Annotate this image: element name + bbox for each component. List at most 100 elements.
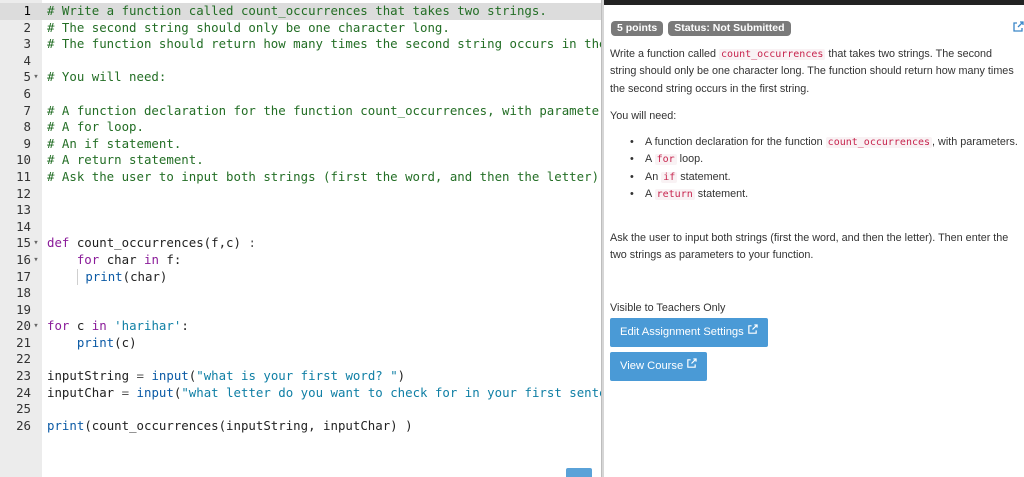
code-text: # A return statement.	[47, 152, 204, 169]
requirement-item: A function declaration for the function …	[628, 134, 1018, 152]
code-token: inputChar	[47, 384, 122, 400]
editor-scrollbar-thumb[interactable]	[566, 468, 592, 477]
code-token: # An if statement.	[47, 135, 182, 151]
code-token: in	[144, 251, 159, 267]
external-link-icon	[747, 318, 758, 347]
code-line[interactable]: 14	[0, 219, 601, 236]
code-text: print(char)	[47, 268, 168, 286]
code-token: 'harihar'	[114, 318, 182, 334]
code-line[interactable]: 7 # A function declaration for the functi…	[0, 103, 601, 120]
code-token: # A for loop.	[47, 119, 144, 135]
ask-instructions: Ask the user to input both strings (firs…	[610, 232, 1009, 262]
line-number: 26	[16, 417, 31, 433]
view-course-label: View Course	[620, 360, 684, 372]
you-will-need-label: You will need:	[610, 110, 677, 122]
status-badges: 5 points Status: Not Submitted	[611, 21, 791, 36]
code-text: inputChar = input("what letter do you wa…	[47, 385, 601, 402]
code-token: (c)	[114, 334, 137, 350]
code-line[interactable]: 15 ▾ def count_occurrences(f,c) :	[0, 235, 601, 252]
assignment-description: Write a function called count_occurrence…	[610, 46, 1020, 98]
code-area[interactable]: 1 # Write a function called count_occurre…	[0, 3, 601, 434]
fold-arrow-icon[interactable]: ▾	[32, 69, 40, 86]
code-text: # The function should return how many ti…	[47, 36, 601, 53]
line-number: 19	[16, 301, 31, 317]
points-badge: 5 points	[611, 21, 664, 36]
requirement-item: A return statement.	[628, 186, 1018, 204]
code-line[interactable]: 16 ▾ for char in f:	[0, 252, 601, 269]
code-token: # The function should return how many ti…	[47, 36, 601, 52]
requirement-text-rest: statement.	[694, 188, 749, 201]
code-line[interactable]: 25	[0, 401, 601, 418]
requirement-code: if	[661, 171, 678, 183]
code-text: # A function declaration for the functio…	[47, 103, 601, 120]
code-token: =	[121, 384, 130, 400]
visibility-note: Visible to Teachers Only	[610, 302, 726, 314]
description-text: Write a function called	[610, 48, 720, 60]
requirement-code: return	[654, 189, 695, 201]
code-line[interactable]: 10 # A return statement.	[0, 152, 601, 169]
function-name-code: count_occurrences	[719, 49, 826, 60]
code-line[interactable]: 13	[0, 202, 601, 219]
code-line[interactable]: 21 print(c)	[0, 335, 601, 352]
code-token: def	[47, 235, 70, 251]
panel-top-bar	[604, 0, 1024, 5]
code-line[interactable]: 9 # An if statement.	[0, 136, 601, 153]
code-token: (count_occurrences(inputString, inputCha…	[84, 417, 413, 433]
code-text: def count_occurrences(f,c) :	[47, 235, 256, 252]
code-text: for c in 'harihar':	[47, 318, 189, 335]
code-line[interactable]: 20 ▾ for c in 'harihar':	[0, 318, 601, 335]
assignment-panel: 5 points Status: Not Submitted Write a f…	[604, 0, 1024, 477]
code-line[interactable]: 24 inputChar = input("what letter do you …	[0, 385, 601, 402]
line-number: 12	[16, 185, 31, 201]
view-course-button[interactable]: View Course	[610, 352, 708, 381]
code-line[interactable]: 23 inputString = input("what is your firs…	[0, 368, 601, 385]
code-token: print	[85, 268, 123, 284]
code-line[interactable]: 18	[0, 285, 601, 302]
code-line[interactable]: 6	[0, 86, 601, 103]
requirements-list: A function declaration for the function …	[628, 134, 1018, 204]
status-badge: Status: Not Submitted	[668, 21, 791, 36]
code-text: # An if statement.	[47, 136, 181, 153]
line-number: 20	[16, 318, 31, 334]
code-token: "what letter do you want to check for in…	[181, 384, 601, 400]
code-line[interactable]: 4	[0, 53, 601, 70]
code-line[interactable]: 2 # The second string should only be one …	[0, 20, 601, 37]
line-number: 7	[23, 102, 31, 118]
fold-arrow-icon[interactable]: ▾	[32, 235, 40, 252]
code-token: f:	[158, 251, 182, 267]
requirement-code: count_occurrences	[825, 137, 933, 148]
line-number: 18	[16, 285, 31, 301]
code-token: (char)	[122, 268, 168, 284]
code-line[interactable]: 3 # The function should return how many t…	[0, 36, 601, 53]
code-token: count_occurrences(f,c)	[69, 235, 249, 251]
expand-icon[interactable]	[1012, 21, 1024, 35]
code-token: # Write a function called count_occurren…	[47, 3, 547, 18]
edit-assignment-settings-button[interactable]: Edit Assignment Settings	[610, 318, 768, 347]
requirement-text: A function declaration for the function	[645, 136, 826, 148]
code-line[interactable]: 12	[0, 186, 601, 203]
requirement-text: A	[645, 153, 655, 166]
code-text: for char in f:	[47, 252, 181, 269]
code-token: # The second string should only be one c…	[47, 19, 450, 35]
code-line[interactable]: 19	[0, 302, 601, 319]
code-line[interactable]: 26 print(count_occurrences(inputString, i…	[0, 418, 601, 435]
code-line[interactable]: 8 # A for loop.	[0, 119, 601, 136]
code-token: )	[397, 368, 406, 384]
code-line[interactable]: 11 # Ask the user to input both strings (…	[0, 169, 601, 186]
line-number: 25	[16, 401, 31, 417]
line-number: 13	[16, 202, 31, 218]
line-number: 10	[16, 152, 31, 168]
requirement-text: A	[645, 188, 655, 201]
fold-arrow-icon[interactable]: ▾	[32, 252, 40, 269]
fold-arrow-icon[interactable]: ▾	[32, 318, 40, 335]
code-line[interactable]: 5 ▾ # You will need:	[0, 69, 601, 86]
line-number: 23	[16, 368, 31, 384]
code-line[interactable]: 17 print(char)	[0, 268, 601, 286]
code-editor[interactable]: 1 # Write a function called count_occurre…	[0, 0, 601, 477]
line-number: 11	[16, 168, 31, 184]
code-line[interactable]: 1 # Write a function called count_occurre…	[0, 3, 601, 20]
code-line[interactable]: 22	[0, 351, 601, 368]
